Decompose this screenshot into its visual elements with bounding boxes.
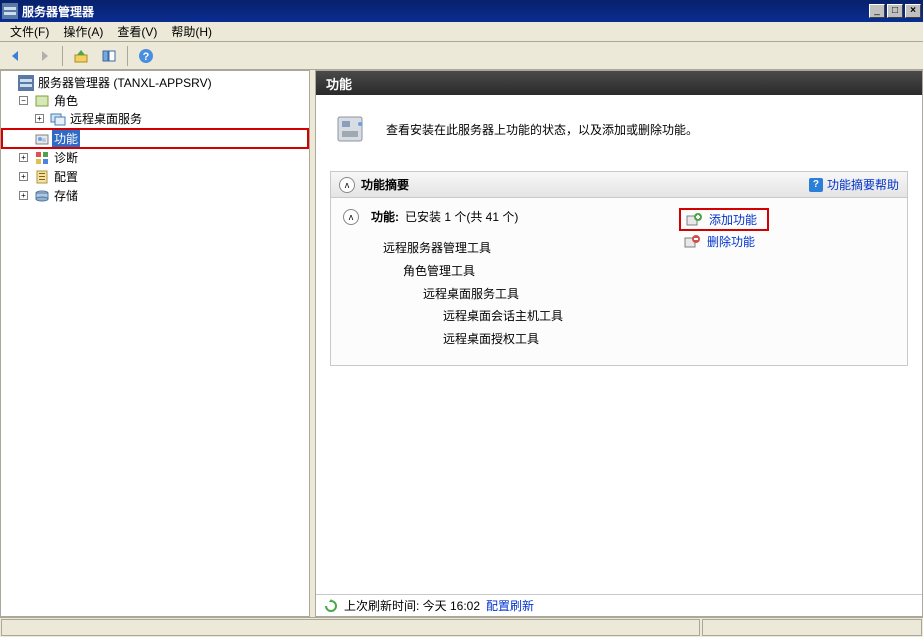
menu-bar: 文件(F) 操作(A) 查看(V) 帮助(H) xyxy=(0,22,923,42)
remove-features-link[interactable]: 删除功能 xyxy=(679,231,899,252)
content-pane: 功能 查看安装在此服务器上功能的状态，以及添加或删除功能。 ʌ 功能摘要 xyxy=(315,70,923,617)
status-cell xyxy=(1,619,700,636)
intro-text: 查看安装在此服务器上功能的状态，以及添加或删除功能。 xyxy=(386,121,698,138)
menu-action[interactable]: 操作(A) xyxy=(57,21,109,42)
features-summary-panel: ʌ 功能摘要 ? 功能摘要帮助 ʌ 功能: 已安装 1 个(共 41 个) xyxy=(330,171,908,366)
expand-toggle[interactable]: + xyxy=(35,114,44,123)
separator xyxy=(127,46,128,66)
roles-icon xyxy=(34,93,50,109)
tree-pane: 服务器管理器 (TANXL-APPSRV) − 角色 + xyxy=(0,70,310,617)
app-icon xyxy=(2,3,18,19)
summary-value: 已安装 1 个(共 41 个) xyxy=(405,208,518,225)
refresh-bar: 上次刷新时间: 今天 16:02 配置刷新 xyxy=(316,594,922,616)
status-cell xyxy=(702,619,922,636)
server-illustration-icon xyxy=(334,111,370,147)
tree-rds[interactable]: + 远程桌面服务 xyxy=(3,110,307,127)
tree-diagnostics[interactable]: + 诊断 xyxy=(3,149,307,166)
separator xyxy=(62,46,63,66)
remove-icon xyxy=(683,234,701,250)
window-title: 服务器管理器 xyxy=(22,3,867,20)
configuration-icon xyxy=(34,169,50,185)
content-header: 功能 xyxy=(316,71,922,95)
show-hide-button[interactable] xyxy=(97,44,121,68)
help-button[interactable]: ? xyxy=(134,44,158,68)
configure-refresh-link[interactable]: 配置刷新 xyxy=(486,597,534,614)
help-icon: ? xyxy=(809,178,823,192)
help-link[interactable]: ? 功能摘要帮助 xyxy=(809,176,899,193)
minimize-button[interactable]: _ xyxy=(869,4,885,18)
features-icon xyxy=(34,131,50,147)
tree-configuration[interactable]: + 配置 xyxy=(3,168,307,185)
svg-text:?: ? xyxy=(143,51,150,63)
expand-toggle[interactable]: + xyxy=(19,191,28,200)
menu-view[interactable]: 查看(V) xyxy=(111,21,163,42)
tree-features[interactable]: 功能 xyxy=(3,130,307,147)
back-button[interactable] xyxy=(4,44,28,68)
forward-button[interactable] xyxy=(32,44,56,68)
tree-root[interactable]: 服务器管理器 (TANXL-APPSRV) xyxy=(3,74,307,91)
diagnostics-icon xyxy=(34,150,50,166)
section-collapse-button[interactable]: ʌ xyxy=(343,209,359,225)
storage-icon xyxy=(34,188,50,204)
up-button[interactable] xyxy=(69,44,93,68)
menu-file[interactable]: 文件(F) xyxy=(4,21,55,42)
add-features-link[interactable]: 添加功能 xyxy=(679,208,769,231)
refresh-icon xyxy=(324,599,338,613)
expand-toggle[interactable]: + xyxy=(19,153,28,162)
expand-toggle[interactable]: + xyxy=(19,172,28,181)
panel-title: 功能摘要 xyxy=(361,176,809,193)
feature-item: 远程桌面服务工具 xyxy=(383,283,679,306)
add-icon xyxy=(685,212,703,228)
menu-help[interactable]: 帮助(H) xyxy=(165,21,218,42)
installed-features-list: 远程服务器管理工具 角色管理工具 远程桌面服务工具 远程桌面会话主机工具 远程桌… xyxy=(339,237,679,351)
rds-icon xyxy=(50,111,66,127)
toolbar: ? xyxy=(0,42,923,70)
tree-roles[interactable]: − 角色 xyxy=(3,92,307,109)
feature-item: 角色管理工具 xyxy=(383,260,679,283)
close-button[interactable]: × xyxy=(905,4,921,18)
feature-item: 远程桌面授权工具 xyxy=(383,328,679,351)
server-manager-icon xyxy=(18,75,34,91)
maximize-button[interactable]: □ xyxy=(887,4,903,18)
feature-item: 远程桌面会话主机工具 xyxy=(383,305,679,328)
status-bar xyxy=(0,617,923,637)
collapse-toggle[interactable]: − xyxy=(19,96,28,105)
panel-collapse-button[interactable]: ʌ xyxy=(339,177,355,193)
refresh-label: 上次刷新时间: 今天 16:02 xyxy=(344,597,480,614)
feature-item: 远程服务器管理工具 xyxy=(383,237,679,260)
tree-storage[interactable]: + 存储 xyxy=(3,187,307,204)
summary-label: 功能: xyxy=(371,208,399,225)
